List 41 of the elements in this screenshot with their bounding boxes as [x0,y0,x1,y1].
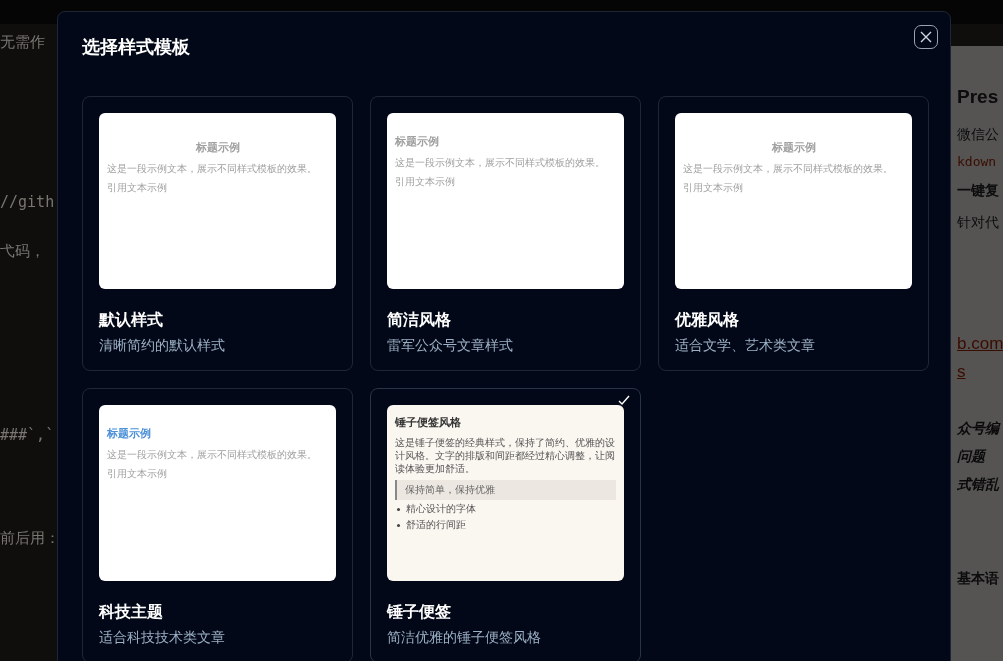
editor-text: 前后用： [0,529,60,549]
template-name: 锤子便签 [387,602,452,623]
template-description: 简洁优雅的锤子便签风格 [387,629,542,647]
code-text: //gith [0,193,55,213]
sample-quote: 引用文本示例 [107,181,168,195]
check-icon [618,395,630,405]
editor-text: 无需作 [0,33,45,53]
editor-text: 弋码， [0,242,45,262]
sample-title: 锤子便签风格 [395,415,462,430]
dialog-title: 选择样式模板 [82,35,190,59]
preview-text: 一键复 [957,182,999,198]
template-description: 雷军公众号文章样式 [387,337,514,355]
template-name: 科技主题 [99,602,164,623]
template-name: 简洁风格 [387,310,452,331]
template-description: 清晰简约的默认样式 [99,337,226,355]
sample-quote: 保持简单，保持优雅 [395,480,616,500]
sample-quote: 引用文本示例 [395,175,456,189]
preview-text: 针对代 [957,214,999,230]
sample-quote: 引用文本示例 [107,467,168,481]
sample-title: 标题示例 [194,140,241,155]
template-description: 适合文学、艺术类文章 [675,337,816,355]
sample-list-item: 精心设计的字体 [406,502,476,516]
quote-text: 众号编 [957,420,999,436]
quote-text: 式错乱 [957,476,999,492]
template-description: 适合科技技术类文章 [99,629,226,647]
sample-title: 标题示例 [107,426,152,441]
sample-title: 标题示例 [770,140,817,155]
sample-title: 标题示例 [395,134,440,149]
template-name: 优雅风格 [675,310,740,331]
preview-heading: 基本语 [957,570,999,586]
sample-text: 这是锤子便签的经典样式，保持了简约、优雅的设计风格。文字的排版和间距都经过精心调整，让阅读体验更加舒适。 [395,436,616,475]
close-icon [920,31,932,43]
quote-text: 问题 [957,448,985,464]
inline-code: kdown [957,154,997,169]
close-button[interactable] [914,25,938,49]
sample-quote: 引用文本示例 [683,181,744,195]
preview-text: 微信公 [957,126,999,142]
code-text: ###`,` [0,426,55,446]
preview-heading: Pres [957,86,999,107]
template-name: 默认样式 [99,310,164,331]
sample-list-item: 舒适的行间距 [406,518,466,532]
